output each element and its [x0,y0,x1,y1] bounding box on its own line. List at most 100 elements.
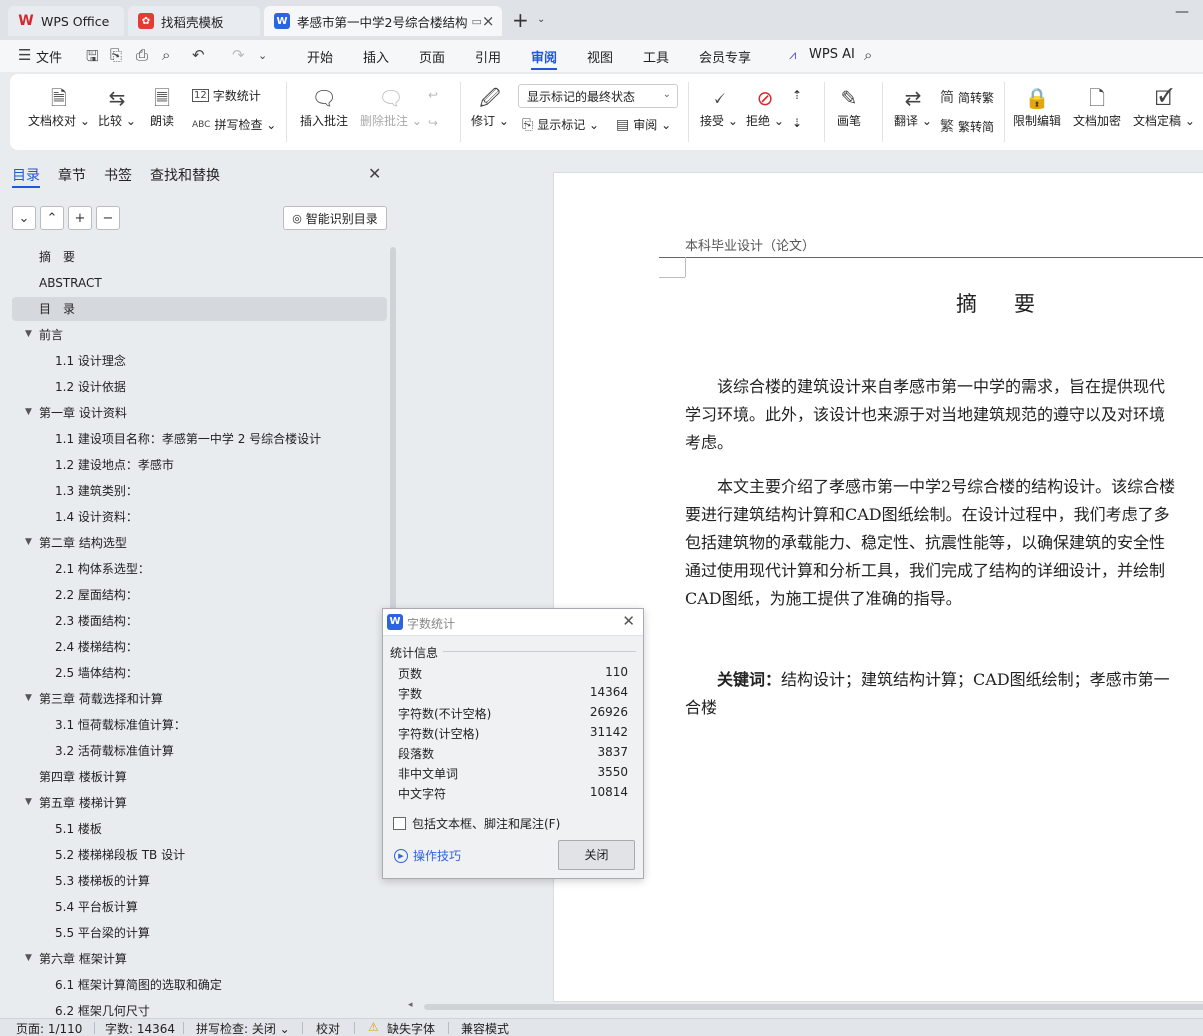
tab-sections[interactable]: 章节 [58,165,86,185]
close-tab-icon[interactable]: × [482,12,495,30]
tab-wps-office[interactable]: W WPS Office [8,6,124,36]
compare-button[interactable]: ⇆ 比较 ⌄ [98,84,136,129]
finalize-doc-button[interactable]: 🗹 文档定稿 ⌄ [1133,84,1195,129]
smart-toc-button[interactable]: ◎ 智能识别目录 [283,206,387,230]
next-comment-icon[interactable]: ↪ [428,116,438,130]
chevron-down-icon[interactable]: ⌄ [537,14,545,25]
add-level-icon[interactable]: + [68,206,92,230]
toc-item[interactable]: 3.2 活荷载标准值计算 [55,739,174,763]
status-compat[interactable]: 兼容模式 [461,1020,509,1036]
remove-level-icon[interactable]: − [96,206,120,230]
toc-item[interactable]: 前言 [39,323,63,347]
read-aloud-button[interactable]: 🗏 朗读 [150,84,174,129]
toc-item[interactable]: 第六章 框架计算 [39,947,127,971]
toc-item[interactable]: ABSTRACT [39,271,102,295]
include-textbox-checkbox[interactable]: 包括文本框、脚注和尾注(F) [393,815,560,832]
toc-item[interactable]: 1.4 设计资料： [55,505,138,529]
toc-item[interactable]: 摘 要 [39,245,75,269]
menu-wps-ai[interactable]: WPS AI [809,47,855,62]
revise-button[interactable]: 🖉 修订 ⌄ [471,84,509,129]
toc-item[interactable]: 5.4 平台板计算 [55,895,138,919]
menu-page[interactable]: 页面 [419,47,445,66]
toc-item[interactable]: 第一章 设计资料 [39,401,127,425]
toc-item[interactable]: 1.2 建设地点：孝感市 [55,453,174,477]
review-pane-button[interactable]: ▤ 审阅 ⌄ [616,116,671,133]
tab-template[interactable]: ✿ 找稻壳模板 [128,6,260,36]
status-missing-font[interactable]: 缺失字体 [387,1020,435,1036]
toc-item[interactable]: 目 录 [12,297,387,321]
menu-insert[interactable]: 插入 [363,47,389,66]
menu-references[interactable]: 引用 [475,47,501,66]
status-words[interactable]: 字数: 14364 [105,1020,175,1036]
tab-document[interactable]: W 孝感市第一中学2号综合楼结构 ▭ × [264,6,502,36]
next-change-icon[interactable]: ⇣ [792,116,802,130]
menu-review[interactable]: 审阅 [531,47,557,66]
print-preview-icon[interactable]: ⌕ [162,46,170,64]
menu-member[interactable]: 会员专享 [699,47,751,66]
spell-check-button[interactable]: ABC 拼写检查 ⌄ [192,116,276,133]
menu-home[interactable]: 开始 [307,47,333,66]
chevron-down-icon[interactable]: ⌄ [258,49,267,62]
toc-item[interactable]: 第五章 楼梯计算 [39,791,127,815]
toc-item[interactable]: 1.2 设计依据 [55,375,126,399]
new-tab-icon[interactable]: + [512,8,529,32]
toc-item[interactable]: 第二章 结构选型 [39,531,127,555]
insert-comment-button[interactable]: 🗨 插入批注 [300,84,348,129]
tips-link[interactable]: ▶ 操作技巧 [394,847,461,864]
print-icon[interactable]: ⎙ [136,46,148,64]
toc-item[interactable]: 2.1 构体系选型： [55,557,150,581]
toc-item[interactable]: 第四章 楼板计算 [39,765,127,789]
toc-item[interactable]: 5.1 楼板 [55,817,102,841]
toc-item[interactable]: 6.1 框架计算简图的选取和确定 [55,973,222,997]
word-count-button[interactable]: 12 字数统计 [192,87,261,104]
translate-button[interactable]: ⇄ 翻译 ⌄ [894,84,932,129]
toc-item[interactable]: 3.1 恒荷载标准值计算： [55,713,186,737]
expand-arrow-icon[interactable]: ▼ [25,329,32,339]
menu-view[interactable]: 视图 [587,47,613,66]
close-button[interactable]: 关闭 [558,840,635,870]
toc-item[interactable]: 第三章 荷载选择和计算 [39,687,163,711]
collapse-up-icon[interactable]: ⌃ [40,206,64,230]
checkbox[interactable] [393,817,406,830]
expand-arrow-icon[interactable]: ▼ [25,953,32,963]
document-page[interactable]: 本科毕业设计（论文） 摘 要 该综合楼的建筑设计来自孝感市第一中学的需求，旨在提… [553,172,1203,1002]
encrypt-doc-button[interactable]: 🗋 文档加密 [1073,84,1121,129]
prev-comment-icon[interactable]: ↩ [428,88,438,102]
toc-item[interactable]: 2.4 楼梯结构： [55,635,138,659]
status-proof[interactable]: 校对 [316,1020,340,1036]
minimize-icon[interactable]: — [1175,4,1189,20]
doc-check-button[interactable]: 🗎 文档校对 ⌄ [28,84,90,129]
undo-icon[interactable]: ↶ [192,46,205,64]
toc-item[interactable]: 2.3 楼面结构： [55,609,138,633]
collapse-down-icon[interactable]: ⌄ [12,206,36,230]
reject-button[interactable]: ⊘ 拒绝 ⌄ [746,84,784,129]
menu-tools[interactable]: 工具 [643,47,669,66]
toc-item[interactable]: 1.1 建设项目名称：孝感第一中学 2 号综合楼设计 [55,427,321,451]
show-markup-button[interactable]: ⎘ 显示标记 ⌄ [522,116,599,133]
toc-item[interactable]: 5.5 平台梁的计算 [55,921,150,945]
format-painter-icon[interactable]: ⎘ [110,46,122,64]
expand-arrow-icon[interactable]: ▼ [25,797,32,807]
search-icon[interactable]: ⌕ [864,46,872,64]
toc-item[interactable]: 1.1 设计理念 [55,349,126,373]
menu-file[interactable]: 文件 [36,47,62,66]
to-simplified-button[interactable]: 繁 繁转简 [940,116,994,136]
dialog-titlebar[interactable]: W 字数统计 ✕ [383,609,643,636]
pen-button[interactable]: ✎ 画笔 [837,84,861,129]
status-spell[interactable]: 拼写检查: 关闭 ⌄ [196,1020,290,1036]
save-icon[interactable]: 🖫 [86,46,99,71]
toc-item[interactable]: 5.2 楼梯梯段板 TB 设计 [55,843,185,867]
tab-find-replace[interactable]: 查找和替换 [150,165,220,185]
tab-toc[interactable]: 目录 [12,165,40,185]
toc-item[interactable]: 2.2 屋面结构： [55,583,138,607]
delete-comment-button[interactable]: 🗨 删除批注 ⌄ [360,84,422,129]
to-traditional-button[interactable]: 简 简转繁 [940,87,994,107]
status-page[interactable]: 页面: 1/110 [16,1020,82,1036]
horizontal-scrollbar[interactable]: ◂ [408,1000,1203,1012]
restrict-edit-button[interactable]: 🔒 限制编辑 [1013,84,1061,129]
scroll-left-icon[interactable]: ◂ [408,1000,413,1010]
hamburger-icon[interactable]: ☰ [18,46,31,64]
tab-bookmarks[interactable]: 书签 [104,165,132,185]
monitor-icon[interactable]: ▭ [471,15,481,28]
scrollbar-thumb[interactable] [424,1004,1203,1010]
